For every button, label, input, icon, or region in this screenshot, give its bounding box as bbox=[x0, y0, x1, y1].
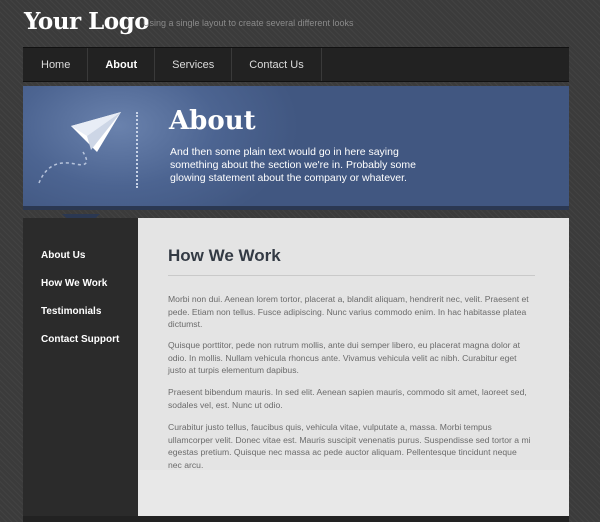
sidebar-item-contact-support[interactable]: Contact Support bbox=[23, 334, 138, 362]
hero-divider bbox=[136, 112, 138, 188]
content-footer-area bbox=[138, 470, 569, 516]
nav-item-about[interactable]: About bbox=[88, 48, 156, 81]
paragraph: Curabitur justo tellus, faucibus quis, v… bbox=[168, 422, 531, 470]
paper-plane-icon bbox=[38, 112, 121, 184]
nav-item-contact-us[interactable]: Contact Us bbox=[232, 48, 322, 81]
nav-item-home[interactable]: Home bbox=[23, 48, 89, 81]
hero-text: And then some plain text would go in her… bbox=[170, 146, 416, 184]
main-nav: Home About Services Contact Us bbox=[23, 47, 569, 82]
main-content: How We Work Morbi non dui. Aenean lorem … bbox=[138, 218, 569, 516]
paragraph: Quisque porttitor, pede non rutrum molli… bbox=[168, 340, 521, 375]
sidebar-item-how-we-work[interactable]: How We Work bbox=[23, 278, 138, 306]
tagline: Using a single layout to create several … bbox=[143, 18, 354, 28]
sidebar-item-about-us[interactable]: About Us bbox=[23, 250, 138, 278]
logo[interactable]: Your Logo bbox=[24, 8, 150, 35]
sidebar-item-testimonials[interactable]: Testimonials bbox=[23, 306, 138, 334]
title-divider bbox=[168, 275, 535, 276]
hero-title: About bbox=[169, 106, 256, 136]
sidebar: About Us How We Work Testimonials Contac… bbox=[23, 218, 138, 516]
paragraph: Praesent bibendum mauris. In sed elit. A… bbox=[168, 387, 527, 410]
header: Your Logo Using a single layout to creat… bbox=[24, 8, 584, 38]
page-title: How We Work bbox=[168, 246, 281, 265]
hero-banner: About And then some plain text would go … bbox=[23, 86, 569, 210]
nav-item-services[interactable]: Services bbox=[155, 48, 233, 81]
paragraph: Morbi non dui. Aenean lorem tortor, plac… bbox=[168, 294, 529, 329]
page-bottom-edge bbox=[23, 516, 569, 522]
